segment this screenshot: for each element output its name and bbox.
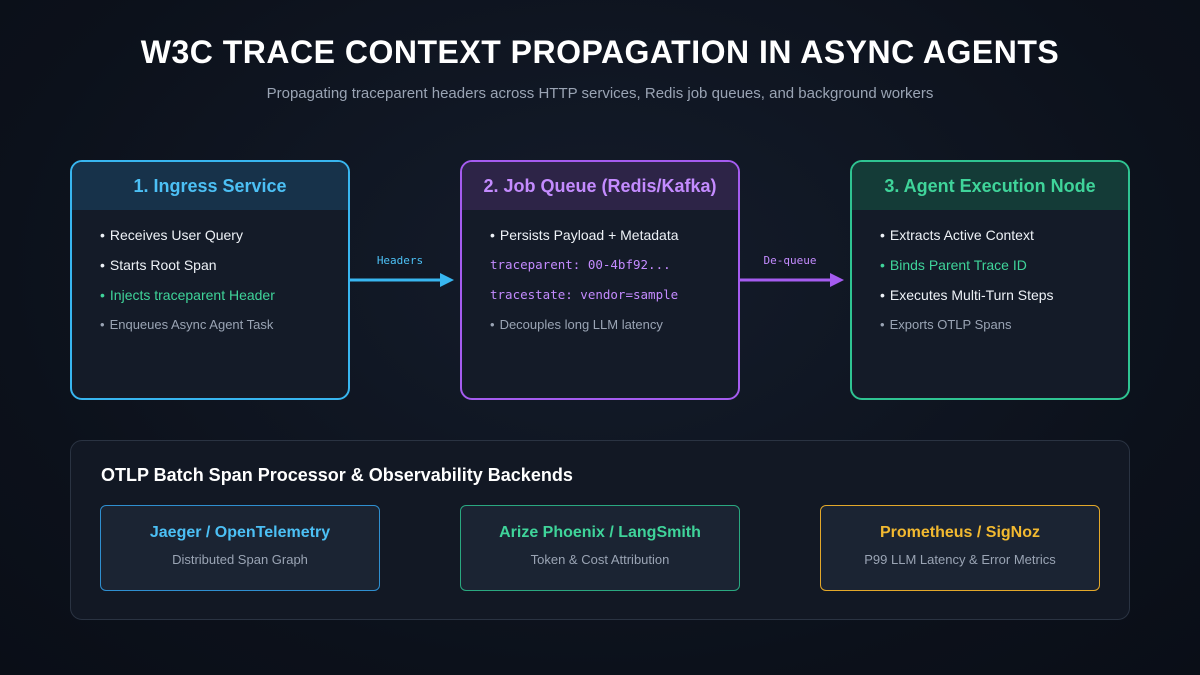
stage-item-code: tracestate: vendor=sample [490,288,738,318]
stage-item-text: Executes Multi-Turn Steps [889,287,1054,303]
bullet-icon: • [880,287,885,303]
arrow-right-icon [350,273,454,287]
stage-item: • Persists Payload + Metadata [490,228,738,258]
stage-item: • Receives User Query [100,228,348,258]
backend-card-prometheus: Prometheus / SigNoz P99 LLM Latency & Er… [820,505,1100,591]
bullet-icon: • [490,317,495,332]
stage-item-text: Binds Parent Trace ID [889,257,1027,273]
stage-item-text: Receives User Query [109,227,243,243]
stage-item-text: Exports OTLP Spans [889,317,1012,332]
bullet-icon: • [100,257,105,273]
bullet-icon: • [880,257,885,273]
backend-description: Distributed Span Graph [172,552,308,567]
arrow-label-headers: Headers [376,254,424,267]
stage-card-ingress-service: 1. Ingress Service • Receives User Query … [70,160,350,400]
stage-item-code: traceparent: 00-4bf92... [490,258,738,288]
bullet-icon: • [100,227,105,243]
stage-title: 1. Ingress Service [72,162,348,210]
stage-item: • Executes Multi-Turn Steps [880,288,1128,318]
stage-item-text: Decouples long LLM latency [499,317,663,332]
backend-name: Jaeger / OpenTelemetry [149,524,331,541]
stage-item: • Starts Root Span [100,258,348,288]
stage-title: 2. Job Queue (Redis/Kafka) [462,162,738,210]
stage-item-text: Enqueues Async Agent Task [109,317,274,332]
backend-card-jaeger: Jaeger / OpenTelemetry Distributed Span … [100,505,380,591]
bullet-icon: • [100,287,105,303]
arrow-right-icon [740,273,844,287]
observability-backends-panel: OTLP Batch Span Processor & Observabilit… [70,440,1130,620]
stage-item: • Injects traceparent Header [100,288,348,318]
bullet-icon: • [490,227,495,243]
backend-card-arize-phoenix: Arize Phoenix / LangSmith Token & Cost A… [460,505,740,591]
backend-name: Arize Phoenix / LangSmith [499,524,701,541]
page-title: W3C TRACE CONTEXT PROPAGATION IN ASYNC A… [140,34,1060,70]
backend-name: Prometheus / SigNoz [879,524,1041,541]
stage-title: 3. Agent Execution Node [852,162,1128,210]
stage-item-text: Injects traceparent Header [109,287,275,303]
stage-item: • Decouples long LLM latency [490,318,738,348]
backend-description: Token & Cost Attribution [530,552,670,567]
stage-item: • Extracts Active Context [880,228,1128,258]
bullet-icon: • [100,317,105,332]
stage-item: • Enqueues Async Agent Task [100,318,348,348]
stage-item-text: tracestate: vendor=sample [490,287,679,302]
page-subtitle: Propagating traceparent headers across H… [266,85,934,102]
stage-card-job-queue: 2. Job Queue (Redis/Kafka) • Persists Pay… [460,160,740,400]
arrow-label-dequeue: De-queue [763,254,817,267]
stage-item-text: Extracts Active Context [889,227,1034,243]
stage-item-text: Persists Payload + Metadata [499,227,679,243]
stage-item-text: Starts Root Span [109,257,217,273]
bullet-icon: • [880,317,885,332]
stage-item: • Binds Parent Trace ID [880,258,1128,288]
panel-title: OTLP Batch Span Processor & Observabilit… [101,465,573,485]
stage-item-text: traceparent: 00-4bf92... [490,257,671,272]
bullet-icon: • [880,227,885,243]
stage-card-agent-execution-node: 3. Agent Execution Node • Extracts Active… [850,160,1130,400]
stage-item: • Exports OTLP Spans [880,318,1128,348]
backend-description: P99 LLM Latency & Error Metrics [864,552,1056,567]
